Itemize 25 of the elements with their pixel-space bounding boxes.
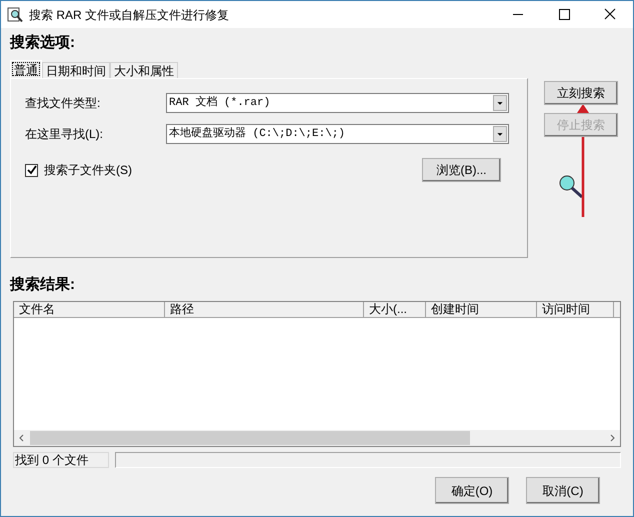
tab[interactable]: 大小和属性: [110, 62, 178, 78]
horizontal-scrollbar[interactable]: [14, 430, 620, 446]
column-header[interactable]: 大小(...: [364, 302, 426, 317]
column-header[interactable]: 文件名: [14, 302, 165, 317]
section-heading: 搜索结果:: [10, 275, 76, 295]
section-heading: 搜索选项:: [10, 33, 76, 53]
action-button[interactable]: 立刻搜索: [544, 81, 618, 105]
column-header[interactable]: 路径: [165, 302, 364, 317]
column-header[interactable]: 访问时间: [537, 302, 614, 317]
browse-button[interactable]: 浏览(B)...: [422, 158, 501, 182]
column-header[interactable]: 创建时间: [426, 302, 537, 317]
dialog-button[interactable]: 取消(C): [526, 477, 600, 504]
scrollbar-thumb[interactable]: [30, 431, 470, 445]
dialog-button[interactable]: 确定(O): [435, 477, 509, 504]
field-label: 在这里寻找(L):: [25, 126, 104, 143]
status-text: 找到 0 个文件: [13, 452, 109, 468]
tab[interactable]: 日期和时间: [42, 62, 110, 78]
field-label: 查找文件类型:: [25, 95, 102, 112]
dropdown[interactable]: RAR 文档 (*.rar): [166, 93, 509, 113]
magnifier-icon: [7, 6, 23, 22]
dropdown[interactable]: 本地硬盘驱动器 (C:\;D:\;E:\;): [166, 124, 509, 144]
checkbox-label: 搜索子文件夹(S): [44, 162, 132, 179]
window-title: 搜索 RAR 文件或自解压文件进行修复: [29, 6, 230, 24]
checkbox[interactable]: [25, 164, 38, 176]
tab[interactable]: 普通: [10, 60, 42, 78]
